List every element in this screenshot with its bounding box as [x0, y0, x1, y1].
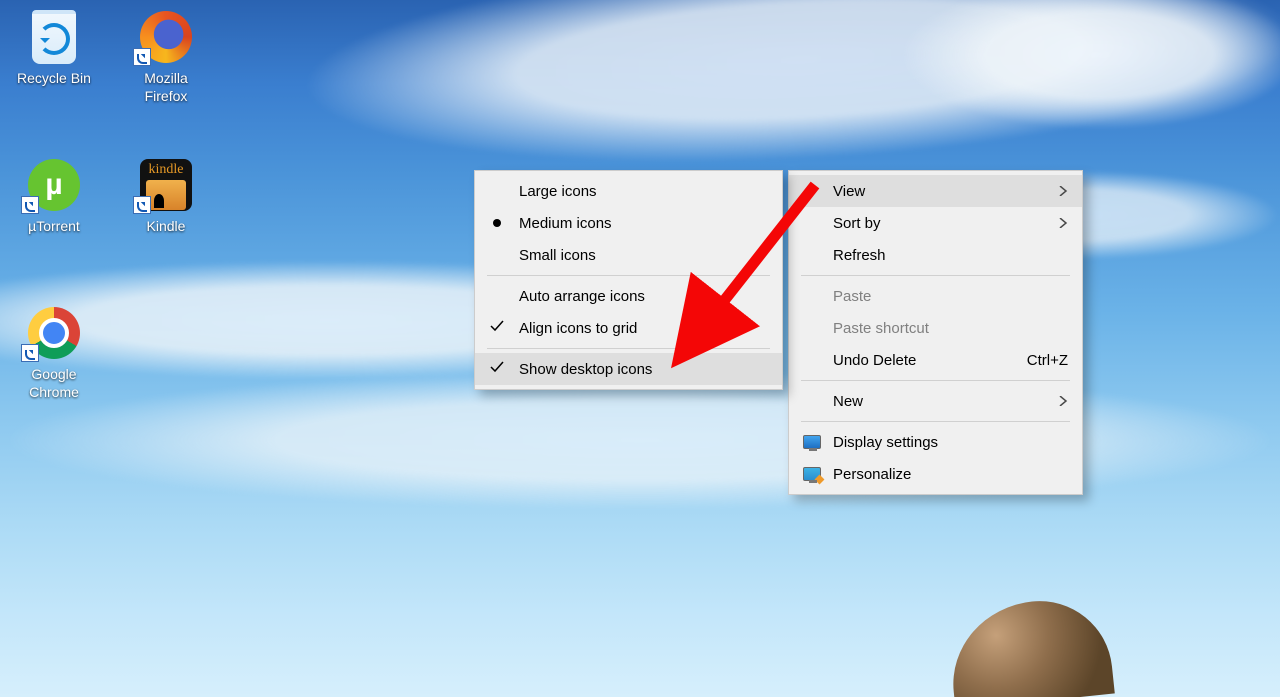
menu-item-display-settings[interactable]: Display settings — [789, 426, 1082, 458]
rock-decoration — [945, 594, 1115, 697]
menu-separator — [801, 421, 1070, 422]
chevron-right-icon — [1018, 218, 1068, 228]
menu-item-show-desktop-icons[interactable]: Show desktop icons — [475, 353, 782, 385]
menu-item-label: Align icons to grid — [519, 320, 637, 337]
menu-item-auto-arrange[interactable]: Auto arrange icons — [475, 280, 782, 312]
menu-separator — [487, 348, 770, 349]
menu-item-shortcut: Ctrl+Z — [987, 352, 1068, 369]
menu-item-label: Undo Delete — [833, 352, 916, 369]
menu-item-label: Large icons — [519, 183, 597, 200]
desktop-icon-firefox[interactable]: Mozilla Firefox — [116, 10, 216, 105]
radio-selected-icon — [493, 219, 501, 227]
check-icon — [489, 360, 505, 378]
desktop[interactable]: Recycle Bin Mozilla Firefox µ µTorrent k… — [0, 0, 1280, 697]
chrome-icon — [27, 306, 81, 360]
shortcut-overlay-icon — [21, 196, 39, 214]
recycle-bin-icon — [27, 10, 81, 64]
menu-item-small-icons[interactable]: Small icons — [475, 239, 782, 271]
menu-item-label: Display settings — [833, 434, 938, 451]
personalize-icon — [803, 467, 821, 481]
utorrent-icon: µ — [27, 158, 81, 212]
kindle-brand-text: kindle — [149, 162, 184, 178]
menu-item-label: Paste shortcut — [833, 320, 929, 337]
desktop-icon-recycle-bin[interactable]: Recycle Bin — [4, 10, 104, 88]
menu-item-new[interactable]: New — [789, 385, 1082, 417]
menu-item-label: Small icons — [519, 247, 596, 264]
desktop-icon-chrome[interactable]: Google Chrome — [4, 306, 104, 401]
menu-item-refresh[interactable]: Refresh — [789, 239, 1082, 271]
menu-item-paste: Paste — [789, 280, 1082, 312]
menu-item-undo-delete[interactable]: Undo Delete Ctrl+Z — [789, 344, 1082, 376]
menu-item-label: View — [833, 183, 865, 200]
shortcut-overlay-icon — [133, 196, 151, 214]
desktop-icon-utorrent[interactable]: µ µTorrent — [4, 158, 104, 236]
desktop-context-menu: View Sort by Refresh Paste Paste shortcu… — [788, 170, 1083, 495]
cloud-decoration — [0, 370, 1280, 510]
menu-item-label: Paste — [833, 288, 871, 305]
menu-separator — [801, 380, 1070, 381]
menu-item-label: Show desktop icons — [519, 361, 652, 378]
chevron-right-icon — [1018, 186, 1068, 196]
menu-item-view[interactable]: View — [789, 175, 1082, 207]
view-submenu: Large icons Medium icons Small icons Aut… — [474, 170, 783, 390]
firefox-icon — [139, 10, 193, 64]
monitor-icon — [803, 435, 821, 449]
desktop-icon-label: Google Chrome — [4, 366, 104, 401]
menu-item-sort-by[interactable]: Sort by — [789, 207, 1082, 239]
menu-item-paste-shortcut: Paste shortcut — [789, 312, 1082, 344]
menu-item-label: Medium icons — [519, 215, 612, 232]
shortcut-overlay-icon — [133, 48, 151, 66]
check-icon — [489, 319, 505, 337]
menu-item-label: Personalize — [833, 466, 911, 483]
menu-item-medium-icons[interactable]: Medium icons — [475, 207, 782, 239]
desktop-icon-label: Kindle — [116, 218, 216, 236]
menu-item-label: Auto arrange icons — [519, 288, 645, 305]
menu-item-large-icons[interactable]: Large icons — [475, 175, 782, 207]
kindle-icon: kindle — [139, 158, 193, 212]
desktop-icon-label: Recycle Bin — [4, 70, 104, 88]
menu-item-label: New — [833, 393, 863, 410]
chevron-right-icon — [1018, 396, 1068, 406]
menu-item-label: Refresh — [833, 247, 886, 264]
desktop-icon-label: µTorrent — [4, 218, 104, 236]
menu-separator — [801, 275, 1070, 276]
menu-item-label: Sort by — [833, 215, 881, 232]
menu-separator — [487, 275, 770, 276]
shortcut-overlay-icon — [21, 344, 39, 362]
desktop-icon-kindle[interactable]: kindle Kindle — [116, 158, 216, 236]
desktop-icon-label: Mozilla Firefox — [116, 70, 216, 105]
menu-item-align-to-grid[interactable]: Align icons to grid — [475, 312, 782, 344]
menu-item-personalize[interactable]: Personalize — [789, 458, 1082, 490]
